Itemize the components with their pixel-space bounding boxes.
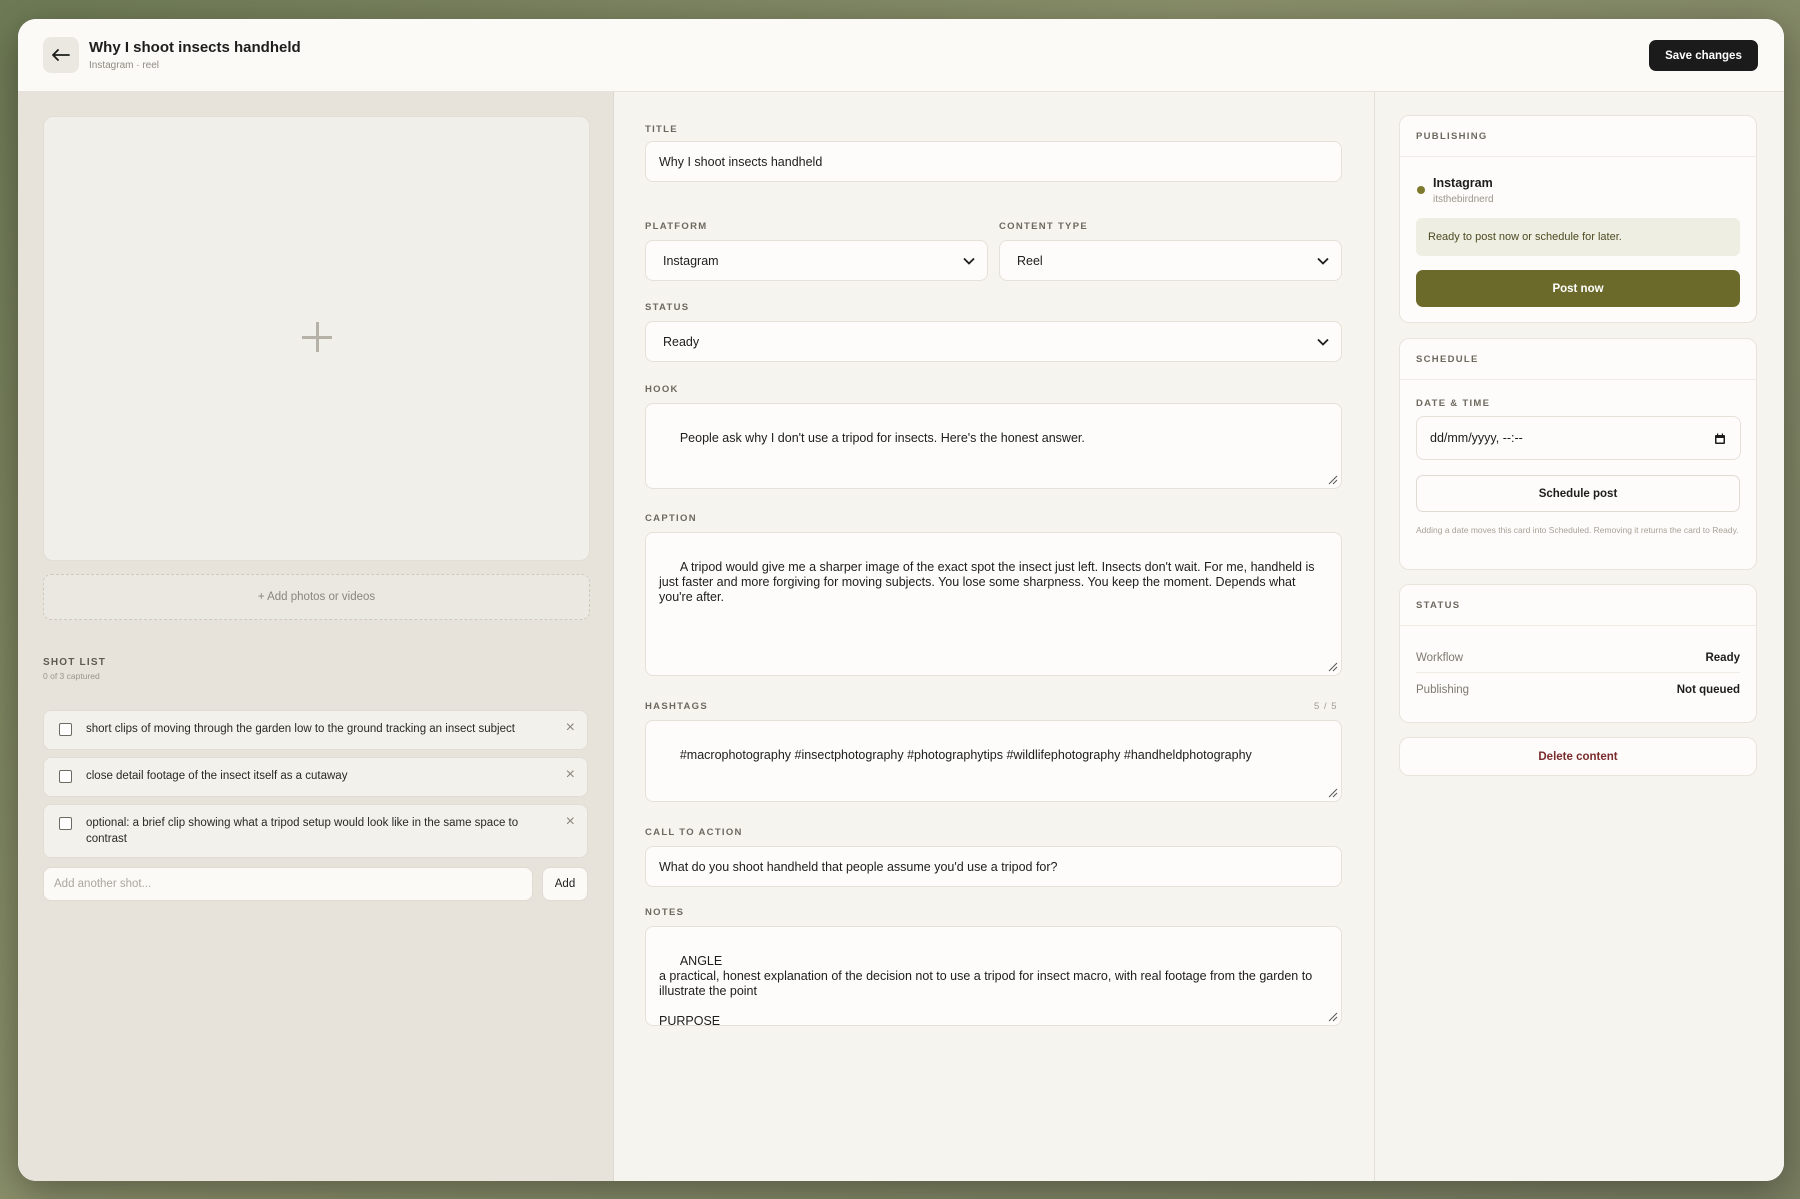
title-label: TITLE bbox=[645, 124, 678, 135]
chevron-down-icon bbox=[1317, 338, 1329, 346]
publishing-card-header: PUBLISHING bbox=[1400, 116, 1756, 157]
add-shot-button[interactable]: Add bbox=[542, 867, 588, 901]
divider bbox=[1416, 672, 1740, 673]
page-title: Why I shoot insects handheld bbox=[89, 39, 301, 56]
status-label: STATUS bbox=[645, 302, 690, 313]
resize-handle-icon[interactable] bbox=[1328, 475, 1338, 485]
hashtags-label: HASHTAGS bbox=[645, 701, 709, 712]
content-form: TITLE Why I shoot insects handheld PLATF… bbox=[614, 92, 1375, 1181]
schedule-post-button[interactable]: Schedule post bbox=[1416, 475, 1740, 512]
notes-textarea[interactable]: ANGLE a practical, honest explanation of… bbox=[645, 926, 1342, 1026]
publishing-value: Not queued bbox=[1676, 684, 1740, 696]
shot-checkbox[interactable] bbox=[59, 770, 72, 783]
workflow-value: Ready bbox=[1705, 652, 1740, 664]
status-dot-icon bbox=[1417, 186, 1425, 194]
back-button[interactable] bbox=[43, 37, 79, 73]
caption-textarea[interactable]: A tripod would give me a sharper image o… bbox=[645, 532, 1342, 676]
media-column: + Add photos or videos SHOT LIST 0 of 3 … bbox=[18, 92, 614, 1181]
date-time-input[interactable]: dd/mm/yyyy, --:-- bbox=[1416, 416, 1741, 460]
remove-shot-icon[interactable]: × bbox=[566, 813, 575, 831]
hook-text: People ask why I don't use a tripod for … bbox=[679, 431, 1085, 445]
shot-list-heading: SHOT LIST bbox=[43, 657, 107, 668]
shot-list-count: 0 of 3 captured bbox=[43, 671, 100, 681]
shot-checkbox[interactable] bbox=[59, 723, 72, 736]
schedule-card: SCHEDULE DATE & TIME dd/mm/yyyy, --:-- S… bbox=[1399, 338, 1757, 570]
status-card-title: STATUS bbox=[1416, 600, 1461, 611]
resize-handle-icon[interactable] bbox=[1328, 788, 1338, 798]
caption-text: A tripod would give me a sharper image o… bbox=[659, 560, 1318, 604]
calendar-icon[interactable] bbox=[1714, 433, 1726, 445]
cta-label: CALL TO ACTION bbox=[645, 827, 743, 838]
status-value: Ready bbox=[663, 334, 700, 349]
plus-icon bbox=[302, 322, 332, 352]
notes-label: NOTES bbox=[645, 907, 685, 918]
post-now-button[interactable]: Post now bbox=[1416, 270, 1740, 307]
schedule-card-header: SCHEDULE bbox=[1400, 339, 1756, 380]
shot-checkbox[interactable] bbox=[59, 817, 72, 830]
add-shot-input[interactable] bbox=[43, 867, 533, 901]
caption-label: CAPTION bbox=[645, 513, 697, 524]
shot-text[interactable]: close detail footage of the insect itsel… bbox=[86, 768, 537, 784]
chevron-down-icon bbox=[963, 257, 975, 265]
platform-select[interactable]: Instagram bbox=[645, 240, 988, 281]
publishing-status-message: Ready to post now or schedule for later. bbox=[1416, 218, 1740, 256]
arrow-left-icon bbox=[52, 49, 70, 61]
hashtags-textarea[interactable]: #macrophotography #insectphotography #ph… bbox=[645, 720, 1342, 802]
account-name: Instagram bbox=[1433, 176, 1493, 190]
publishing-label: Publishing bbox=[1416, 684, 1470, 696]
platform-value: Instagram bbox=[663, 253, 719, 268]
status-card-header: STATUS bbox=[1400, 585, 1756, 626]
top-bar: Why I shoot insects handheld Instagram ·… bbox=[18, 19, 1784, 92]
shot-text[interactable]: optional: a brief clip showing what a tr… bbox=[86, 815, 537, 847]
add-media-button[interactable]: + Add photos or videos bbox=[43, 574, 590, 620]
notes-text: ANGLE a practical, honest explanation of… bbox=[659, 954, 1313, 1026]
content-type-select[interactable]: Reel bbox=[999, 240, 1342, 281]
save-button[interactable]: Save changes bbox=[1649, 40, 1758, 71]
date-time-placeholder: dd/mm/yyyy, --:-- bbox=[1430, 431, 1523, 445]
status-select[interactable]: Ready bbox=[645, 321, 1342, 362]
title-input[interactable]: Why I shoot insects handheld bbox=[645, 141, 1342, 182]
delete-content-button[interactable]: Delete content bbox=[1399, 737, 1757, 776]
resize-handle-icon[interactable] bbox=[1328, 662, 1338, 672]
content-type-value: Reel bbox=[1017, 253, 1043, 268]
publishing-card: PUBLISHING Instagram itsthebirdnerd Read… bbox=[1399, 115, 1757, 323]
workflow-label: Workflow bbox=[1416, 652, 1464, 664]
editor-window: Why I shoot insects handheld Instagram ·… bbox=[18, 19, 1784, 1181]
status-card: STATUS Workflow Ready Publishing Not que… bbox=[1399, 584, 1757, 723]
shot-list-item: close detail footage of the insect itsel… bbox=[43, 757, 588, 797]
media-dropzone[interactable] bbox=[43, 116, 590, 561]
cta-input[interactable]: What do you shoot handheld that people a… bbox=[645, 846, 1342, 887]
sidebar-right: PUBLISHING Instagram itsthebirdnerd Read… bbox=[1375, 92, 1784, 1181]
schedule-hint: Adding a date moves this card into Sched… bbox=[1416, 525, 1739, 535]
remove-shot-icon[interactable]: × bbox=[566, 719, 575, 737]
hashtags-counter: 5 / 5 bbox=[1314, 701, 1338, 712]
resize-handle-icon[interactable] bbox=[1328, 1012, 1338, 1022]
content-type-label: CONTENT TYPE bbox=[999, 221, 1088, 232]
shot-text[interactable]: short clips of moving through the garden… bbox=[86, 721, 537, 737]
hashtags-text: #macrophotography #insectphotography #ph… bbox=[679, 748, 1252, 762]
hook-label: HOOK bbox=[645, 384, 679, 395]
chevron-down-icon bbox=[1317, 257, 1329, 265]
schedule-title: SCHEDULE bbox=[1416, 354, 1479, 365]
shot-list-item: optional: a brief clip showing what a tr… bbox=[43, 804, 588, 858]
hook-textarea[interactable]: People ask why I don't use a tripod for … bbox=[645, 403, 1342, 489]
shot-list-item: short clips of moving through the garden… bbox=[43, 710, 588, 750]
platform-label: PLATFORM bbox=[645, 221, 708, 232]
publishing-title: PUBLISHING bbox=[1416, 131, 1488, 142]
date-time-label: DATE & TIME bbox=[1416, 398, 1491, 409]
remove-shot-icon[interactable]: × bbox=[566, 766, 575, 784]
page-subtitle: Instagram · reel bbox=[89, 60, 160, 71]
account-handle: itsthebirdnerd bbox=[1433, 194, 1494, 205]
